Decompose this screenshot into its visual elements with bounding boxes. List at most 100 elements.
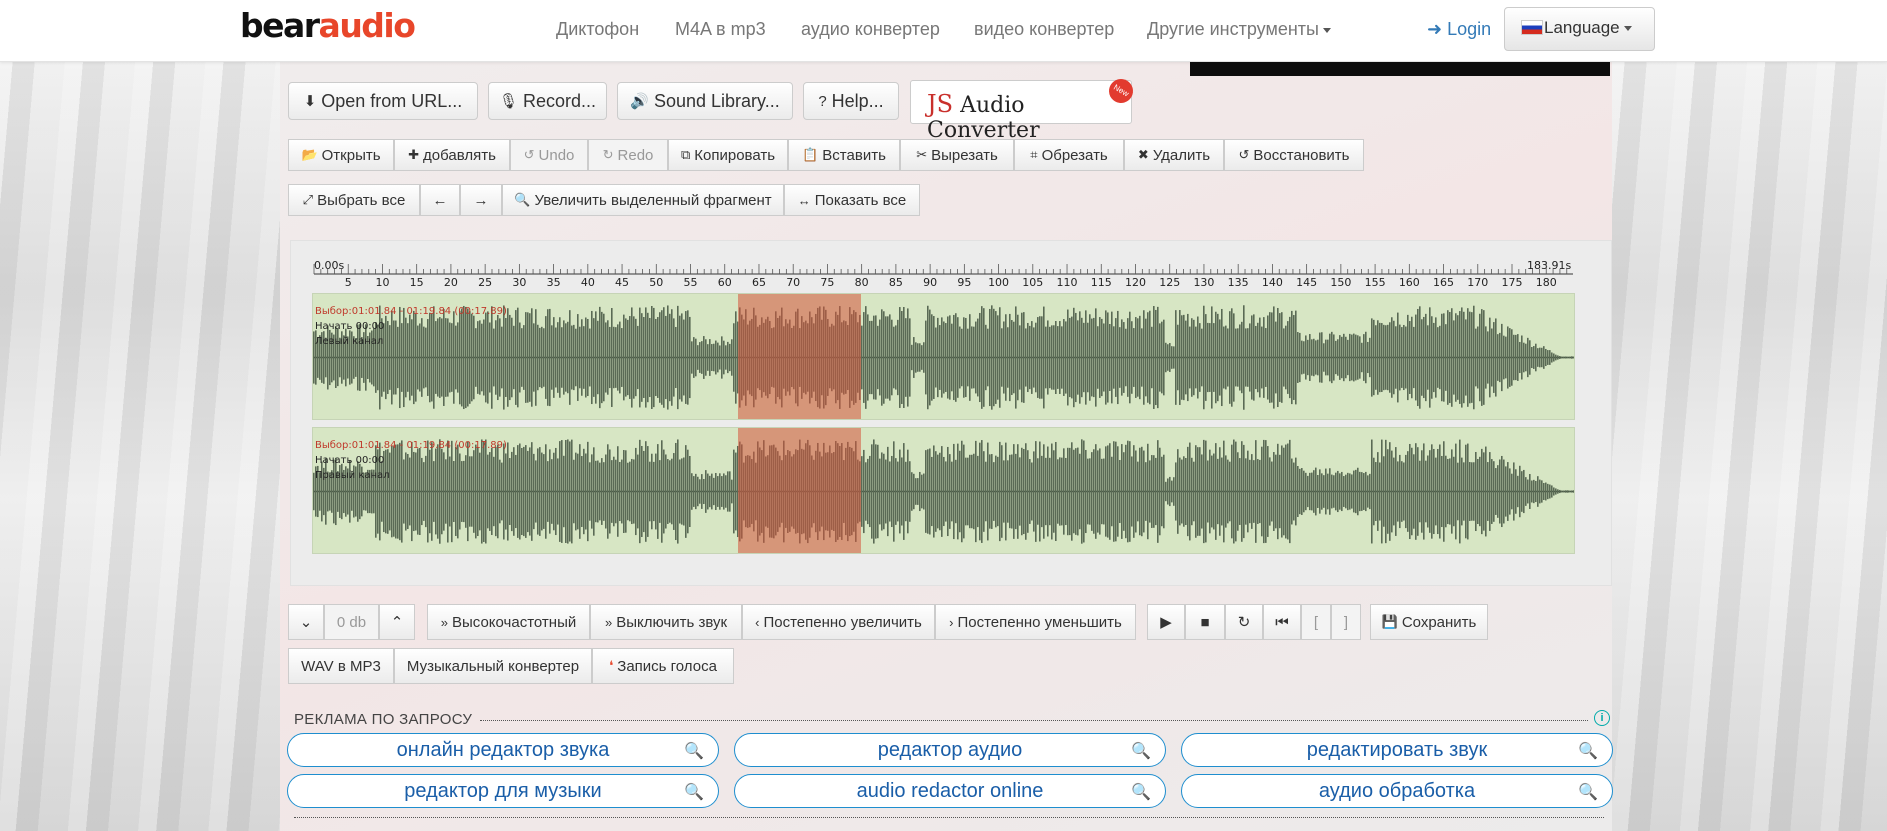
waveform-bar xyxy=(1255,440,1257,543)
volume-up-button[interactable]: ⌃ xyxy=(379,604,415,640)
volume-down-button[interactable]: ⌄ xyxy=(288,604,324,640)
info-icon[interactable]: i xyxy=(1594,710,1610,726)
waveform-bar xyxy=(951,323,953,392)
waveform-bar xyxy=(1361,342,1363,373)
login-link[interactable]: ➜ Login xyxy=(1427,19,1491,40)
play-button[interactable]: ▶ xyxy=(1147,604,1185,640)
waveform-bar xyxy=(871,320,873,395)
nav-audio-converter[interactable]: аудио конвертер xyxy=(801,19,940,40)
record-button[interactable]: 🎙 Record... xyxy=(488,82,607,120)
search-icon: 🔍 xyxy=(1131,743,1151,760)
fade-in-button[interactable]: ‹ Постепенно увеличить xyxy=(742,604,935,640)
open-from-url-button[interactable]: ⬇ Open from URL... xyxy=(288,82,478,120)
waveform-bar xyxy=(705,339,707,376)
rewind-button[interactable]: ⏮ xyxy=(1263,604,1301,640)
js-logo-js: JS xyxy=(927,90,954,118)
brand-logo[interactable]: bearaudio xyxy=(240,6,416,45)
waveform-bar xyxy=(971,326,973,389)
ad-search-pill[interactable]: редактор аудио 🔍 xyxy=(734,733,1166,767)
selection-region[interactable] xyxy=(737,428,862,553)
add-button[interactable]: ✚ добавлять xyxy=(394,139,510,171)
paste-button[interactable]: 📋 Вставить xyxy=(788,139,900,171)
loop-button[interactable]: ↻ xyxy=(1225,604,1263,640)
nav-video-converter[interactable]: видео конвертер xyxy=(974,19,1114,40)
ruler-tick-label: 40 xyxy=(581,276,595,289)
open-file-button[interactable]: 📂 Открыть xyxy=(288,139,394,171)
cut-button[interactable]: ✂ Вырезать xyxy=(900,139,1014,171)
select-all-button[interactable]: ⤢ Выбрать все xyxy=(288,184,420,216)
waveform-bar xyxy=(685,445,687,538)
navbar: bearaudio Диктофон M4A в mp3 аудио конве… xyxy=(0,0,1887,62)
mute-button[interactable]: » Выключить звук xyxy=(590,604,742,640)
waveform-bar xyxy=(517,445,519,538)
waveform-bar xyxy=(1139,315,1141,400)
waveform-bar xyxy=(691,473,693,510)
waveform-track-left[interactable]: Выбор:01:01.84 - 01:19.84 (00:17.89) Нач… xyxy=(312,293,1575,420)
waveform-bar xyxy=(549,449,551,534)
help-button[interactable]: ? Help... xyxy=(803,82,899,120)
ruler-tick-label: 65 xyxy=(752,276,766,289)
waveform-bar xyxy=(597,460,599,523)
ruler-tick-label: 15 xyxy=(410,276,424,289)
waveform-bar xyxy=(1065,457,1067,526)
nav-other-tools[interactable]: Другие инструменты xyxy=(1147,19,1331,40)
waveform-bar xyxy=(1273,452,1275,531)
ad-search-pill[interactable]: редактировать звук 🔍 xyxy=(1181,733,1613,767)
redo-button[interactable]: ↻ Redo xyxy=(588,139,668,171)
copy-button[interactable]: ⧉ Копировать xyxy=(668,139,788,171)
waveform-bar xyxy=(1335,472,1337,511)
ruler-tick-label: 20 xyxy=(444,276,458,289)
wav-to-mp3-link[interactable]: WAV в MP3 xyxy=(288,648,394,684)
waveform-bar xyxy=(1547,483,1549,500)
delete-button[interactable]: ✖ Удалить xyxy=(1124,139,1224,171)
music-converter-link[interactable]: Музыкальный конвертер xyxy=(394,648,592,684)
highpass-button[interactable]: » Высокочастотный xyxy=(427,604,590,640)
waveform-bar xyxy=(1373,319,1375,396)
undo-button[interactable]: ↺ Undo xyxy=(510,139,588,171)
selection-region[interactable] xyxy=(737,294,862,419)
save-button[interactable]: 💾 Сохранить xyxy=(1370,604,1488,640)
brand-part2: audio xyxy=(318,6,416,45)
waveform-bar xyxy=(949,315,951,400)
waveform-bar xyxy=(877,325,879,390)
waveform-bar xyxy=(919,471,921,512)
fade-out-button[interactable]: › Постепенно уменьшить xyxy=(935,604,1136,640)
waveform-bar xyxy=(1013,444,1015,539)
scroll-left-button[interactable]: ← xyxy=(420,184,460,216)
voice-record-link[interactable]: ❛ Запись голоса xyxy=(592,648,734,684)
waveform-bar xyxy=(607,444,609,539)
waveform-bar xyxy=(951,461,953,522)
waveform-bar xyxy=(1225,455,1227,528)
mark-out-button[interactable]: ] xyxy=(1331,604,1361,640)
show-all-button[interactable]: ↔ Показать все xyxy=(784,184,920,216)
ad-search-pill[interactable]: онлайн редактор звука 🔍 xyxy=(287,733,719,767)
restore-button[interactable]: ↺ Восстановить xyxy=(1224,139,1364,171)
ad-search-pill[interactable]: audio redactor online 🔍 xyxy=(734,774,1166,808)
waveform-bar xyxy=(1433,322,1435,393)
language-dropdown[interactable]: Language xyxy=(1504,7,1655,51)
waveform-bar xyxy=(1449,311,1451,404)
wav-to-mp3-label: WAV в MP3 xyxy=(301,657,381,675)
scroll-right-button[interactable]: → xyxy=(460,184,502,216)
waveform-bar xyxy=(1463,311,1465,404)
waveform-bar xyxy=(961,328,963,387)
waveform-bar xyxy=(1059,457,1061,526)
waveform-bar xyxy=(1143,450,1145,533)
stop-button[interactable]: ■ xyxy=(1185,604,1225,640)
js-audio-converter-logo[interactable]: JS Audio Converter New xyxy=(910,74,1138,143)
ad-search-pill[interactable]: аудио обработка 🔍 xyxy=(1181,774,1613,808)
waveform-bar xyxy=(1533,479,1535,504)
timeline-ruler[interactable]: 5 10 15 20 25 30 35 40 45 50 55 60 65 70 75 80 85 90 95 100… xyxy=(0,262,1887,292)
waveform-bar xyxy=(549,308,551,407)
zoom-selection-button[interactable]: 🔍 Увеличить выделенный фрагмент xyxy=(502,184,784,216)
mark-in-button[interactable]: [ xyxy=(1301,604,1331,640)
trim-button[interactable]: ⌗ Обрезать xyxy=(1014,139,1124,171)
ad-search-pill[interactable]: редактор для музыки 🔍 xyxy=(287,774,719,808)
waveform-bar xyxy=(723,473,725,510)
waveform-track-right[interactable]: Выбор:01:01.84 - 01:19.84 (00:17.89) Нач… xyxy=(312,427,1575,554)
waveform-bar xyxy=(941,446,943,537)
nav-m4a-mp3[interactable]: M4A в mp3 xyxy=(675,19,766,40)
waveform-bar xyxy=(1243,444,1245,539)
sound-library-button[interactable]: 🔊 Sound Library... xyxy=(617,82,793,120)
nav-dictaphone[interactable]: Диктофон xyxy=(556,19,639,40)
